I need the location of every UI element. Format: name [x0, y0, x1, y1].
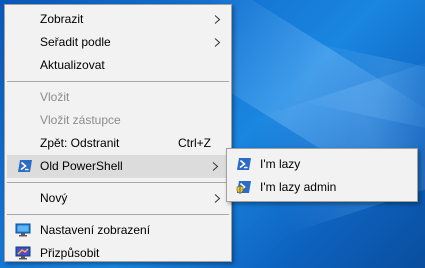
menu-item-label: Zpět: Odstranit: [40, 136, 120, 150]
desktop-context-menu: Zobrazit Seřadit podle Aktualizovat Vlož…: [4, 4, 232, 262]
menu-item-display-settings[interactable]: Nastavení zobrazení: [5, 219, 231, 242]
menu-item-label: Old PowerShell: [40, 159, 123, 173]
menu-item-view[interactable]: Zobrazit: [5, 8, 231, 31]
submenu-item-im-lazy-admin[interactable]: I'm lazy admin: [227, 176, 417, 199]
chevron-right-icon: [214, 15, 221, 24]
menu-item-label: Nový: [40, 191, 68, 205]
chevron-right-icon: [212, 162, 219, 171]
menu-item-undo-delete[interactable]: Zpět: Odstranit Ctrl+Z: [5, 132, 231, 155]
menu-item-label: Nastavení zobrazení: [40, 223, 151, 237]
menu-item-sort-by[interactable]: Seřadit podle: [5, 31, 231, 54]
powershell-icon: [18, 160, 32, 172]
menu-item-shortcut: Ctrl+Z: [178, 136, 211, 150]
menu-separator: [7, 81, 229, 82]
menu-item-label: Aktualizovat: [40, 58, 105, 72]
menu-item-refresh[interactable]: Aktualizovat: [5, 54, 231, 77]
powershell-admin-icon: [236, 181, 251, 194]
menu-item-label: Vložit zástupce: [40, 113, 121, 127]
submenu-item-label: I'm lazy admin: [260, 180, 337, 194]
menu-item-label: Přizpůsobit: [40, 246, 100, 260]
menu-item-new[interactable]: Nový: [5, 187, 231, 210]
menu-item-old-powershell[interactable]: Old PowerShell: [7, 155, 229, 178]
personalize-icon: [15, 246, 31, 260]
chevron-right-icon: [214, 38, 221, 47]
menu-separator: [7, 182, 229, 183]
old-powershell-submenu: I'm lazy I'm lazy admin: [226, 148, 418, 202]
menu-item-label: Zobrazit: [40, 12, 84, 26]
powershell-icon: [237, 158, 251, 170]
menu-item-label: Vložit: [40, 90, 70, 104]
display-settings-icon: [15, 223, 31, 237]
menu-item-paste-shortcut: Vložit zástupce: [5, 109, 231, 132]
submenu-item-im-lazy[interactable]: I'm lazy: [227, 153, 417, 176]
menu-item-personalize[interactable]: Přizpůsobit: [5, 242, 231, 265]
menu-item-paste: Vložit: [5, 86, 231, 109]
submenu-item-label: I'm lazy: [260, 157, 301, 171]
menu-separator: [7, 214, 229, 215]
chevron-right-icon: [214, 194, 221, 203]
menu-item-label: Seřadit podle: [40, 35, 111, 49]
